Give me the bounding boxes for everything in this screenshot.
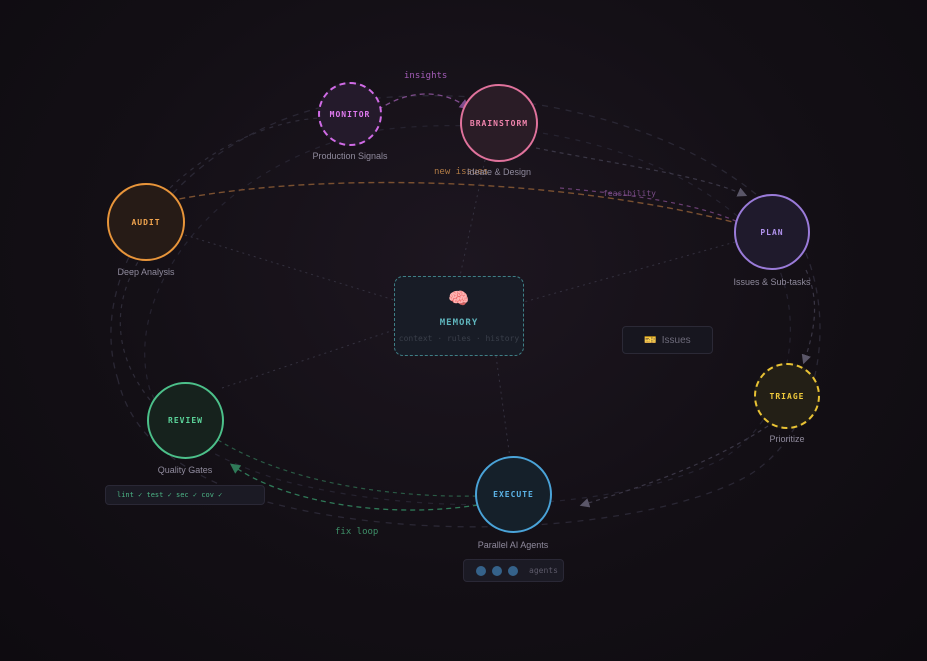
plan-subtitle: Issues & Sub-tasks — [733, 277, 811, 287]
issues-chip[interactable]: 🎫 Issues — [622, 326, 713, 354]
ticket-icon: 🎫 — [644, 334, 657, 346]
agent-dot — [476, 565, 486, 576]
review-checks-text: lint ✓ test ✓ sec ✓ cov ✓ — [117, 491, 223, 499]
edge-label-fix-loop: fix loop — [335, 527, 379, 537]
review-label: REVIEW — [168, 416, 203, 425]
brainstorm-node[interactable]: BRAINSTORM — [460, 84, 538, 162]
agent-dot — [508, 565, 518, 576]
review-checks-chip: lint ✓ test ✓ sec ✓ cov ✓ — [105, 485, 265, 505]
review-node[interactable]: REVIEW — [147, 382, 224, 459]
audit-node[interactable]: AUDIT — [107, 183, 185, 261]
execute-subtitle: Parallel AI Agents — [477, 540, 549, 550]
brain-icon: 🧠 — [448, 289, 470, 309]
edge-label-insights: insights — [404, 71, 448, 81]
review-subtitle: Quality Gates — [157, 465, 213, 475]
plan-label: PLAN — [760, 227, 784, 237]
monitor-label: MONITOR — [329, 109, 371, 119]
memory-node[interactable]: 🧠 MEMORY context · rules · history — [394, 276, 524, 356]
monitor-node[interactable]: MONITOR — [318, 82, 382, 146]
audit-subtitle: Deep Analysis — [117, 267, 175, 277]
triage-node[interactable]: TRIAGE — [754, 363, 820, 429]
memory-title: MEMORY — [439, 318, 479, 328]
audit-label: AUDIT — [131, 217, 161, 227]
memory-subtitle: context · rules · history — [398, 334, 520, 343]
issues-chip-label: Issues — [661, 334, 691, 346]
edge-label-feasibility: feasibility — [603, 189, 656, 198]
brainstorm-label: BRAINSTORM — [469, 118, 529, 128]
triage-subtitle: Prioritize — [769, 434, 805, 444]
monitor-subtitle: Production Signals — [312, 151, 388, 161]
execute-node[interactable]: EXECUTE — [475, 456, 552, 533]
execute-label: EXECUTE — [493, 490, 534, 499]
edge-review-audit — [119, 261, 151, 401]
triage-label: TRIAGE — [769, 391, 805, 401]
plan-node[interactable]: PLAN — [734, 194, 810, 270]
agents-chip-label: agents — [529, 566, 558, 575]
edge-new-issues — [149, 181, 751, 230]
brainstorm-subtitle: Ideate & Design — [466, 167, 532, 177]
agents-chip: agents — [463, 559, 564, 582]
agent-dot — [492, 565, 502, 576]
